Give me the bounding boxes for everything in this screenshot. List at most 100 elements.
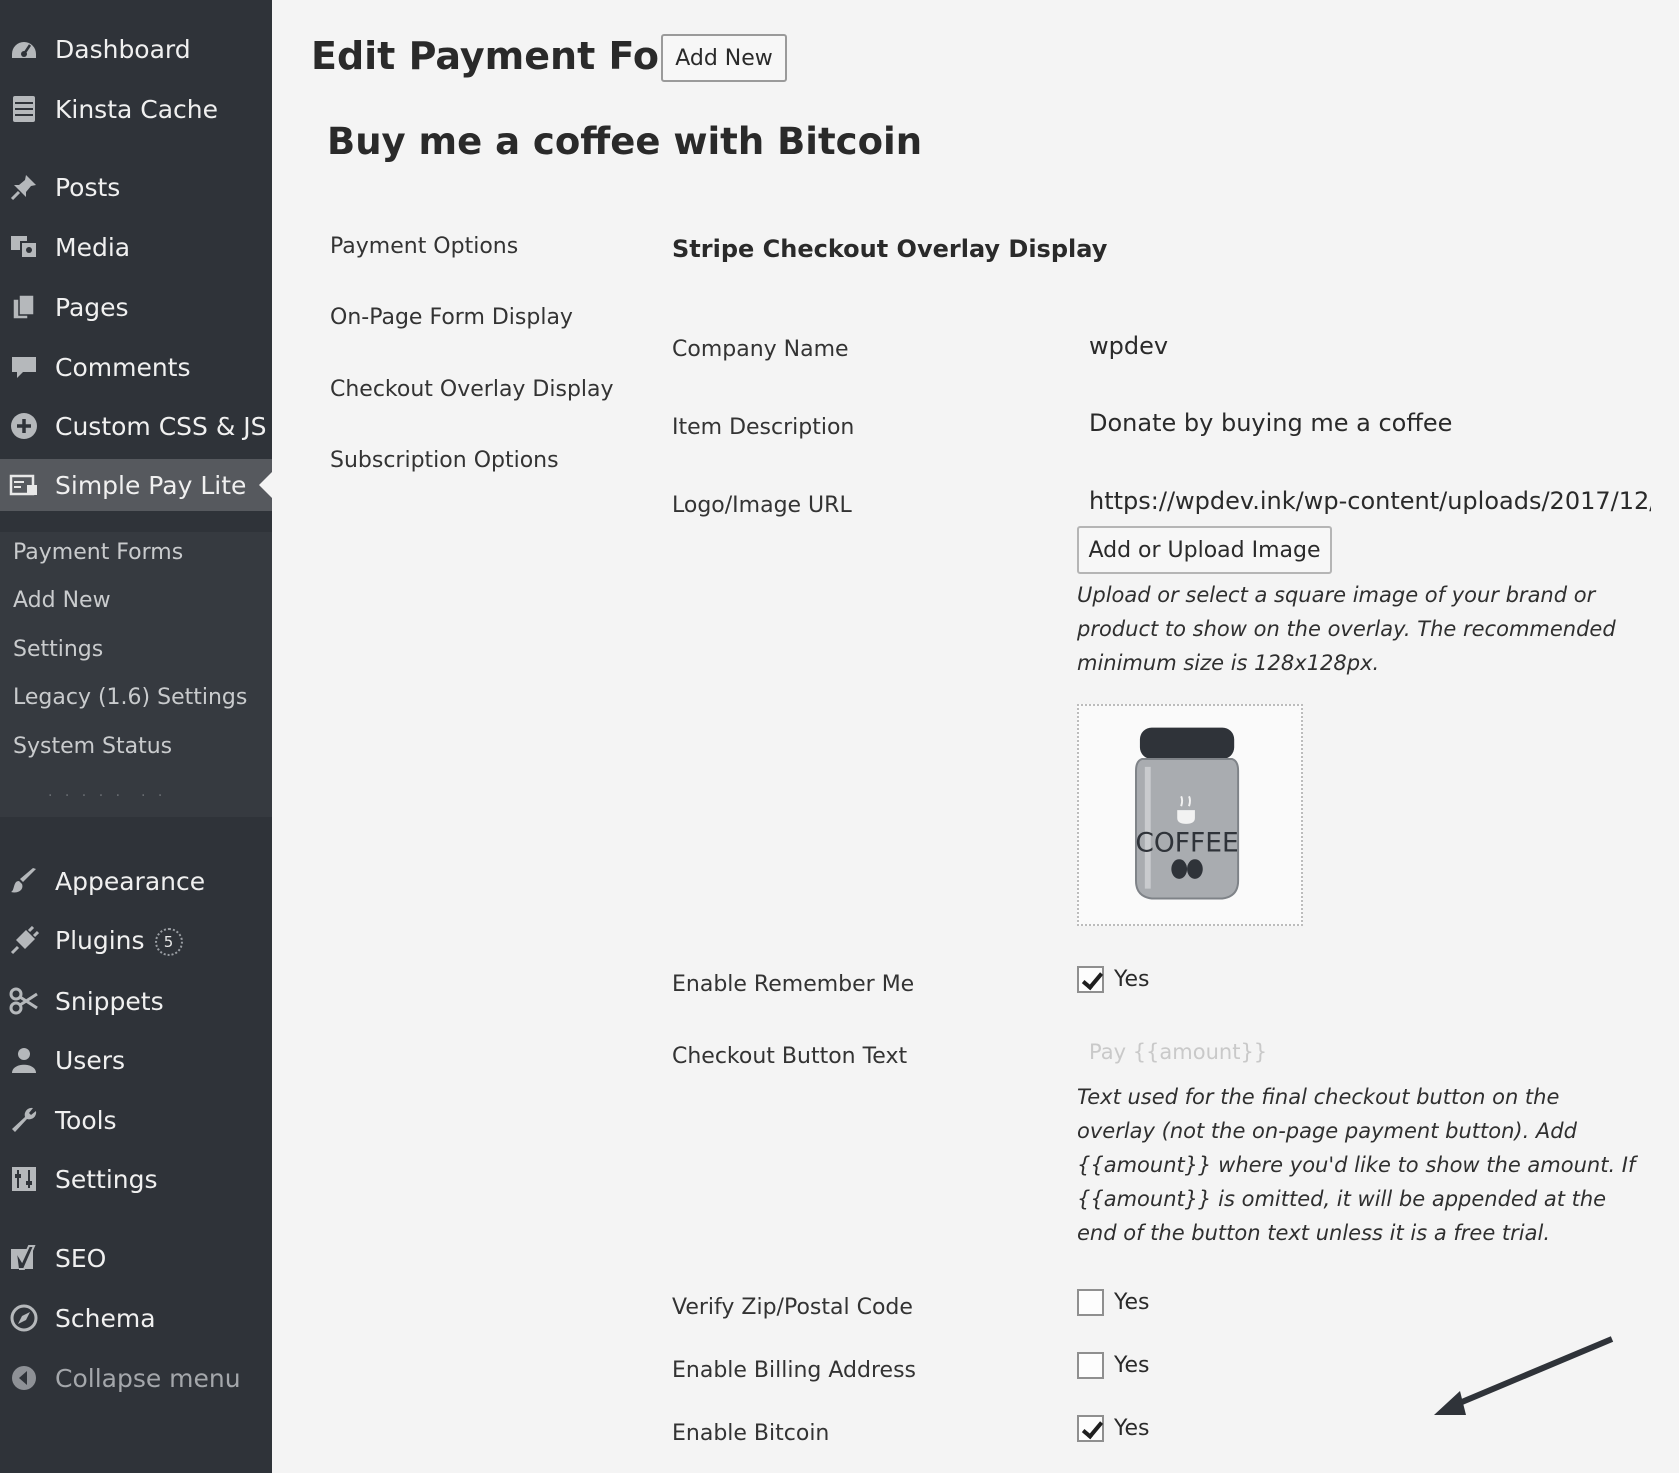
billing-address-option: Yes [1077,1352,1150,1379]
sidebar-item-label: Custom CSS & JS [55,411,267,441]
coffee-jar-image: COFFEE [1135,727,1240,900]
sidebar-item-seo[interactable]: SEO [0,1232,272,1284]
remember-me-checkbox[interactable] [1077,966,1104,993]
add-new-button[interactable]: Add New [661,34,787,82]
settings-icon [7,1162,41,1196]
sidebar-item-posts[interactable]: Posts [0,161,272,213]
sidebar-item-comments[interactable]: Comments [0,341,272,393]
item-description-field[interactable]: Donate by buying me a coffee [1089,409,1452,437]
scissors-icon [7,984,41,1018]
company-name-label: Company Name [672,337,849,362]
plug-icon [7,924,41,958]
sidebar-item-custom-css-js[interactable]: Custom CSS & JS [0,400,272,452]
page-title: Edit Payment Form [311,34,718,78]
collapse-icon [7,1361,41,1395]
submenu-item-payment-forms[interactable]: Payment Forms [13,540,183,565]
bitcoin-yes-label: Yes [1114,1416,1150,1441]
submenu-blurred-item: · · · · · · · [48,788,167,804]
sidebar-item-label: Plugins 5 [55,926,183,956]
checkout-button-text-input[interactable]: Pay {{amount}} [1089,1040,1267,1064]
payment-card-icon [7,468,41,502]
sidebar-item-dashboard[interactable]: Dashboard [0,23,272,75]
add-upload-image-button[interactable]: Add or Upload Image [1077,526,1332,574]
seo-icon [7,1241,41,1275]
remember-me-yes-label: Yes [1114,967,1150,992]
verify-zip-label: Verify Zip/Postal Code [672,1295,913,1320]
payment-form-title: Buy me a coffee with Bitcoin [327,120,923,163]
logo-url-label: Logo/Image URL [672,493,852,518]
logo-image-preview: COFFEE [1077,704,1303,926]
tab-on-page-form-display[interactable]: On-Page Form Display [330,305,573,330]
admin-sidebar: Dashboard Kinsta Cache Posts Media Pages… [0,0,272,1473]
sidebar-item-label: Kinsta Cache [55,94,219,124]
sidebar-collapse-menu[interactable]: Collapse menu [0,1352,272,1404]
section-title: Stripe Checkout Overlay Display [672,235,1108,263]
sidebar-item-settings[interactable]: Settings [0,1153,272,1205]
sidebar-item-users[interactable]: Users [0,1034,272,1086]
plugins-label: Plugins [55,926,145,955]
database-icon [7,92,41,126]
user-icon [7,1043,41,1077]
sidebar-item-media[interactable]: Media [0,221,272,273]
coffee-label-text: COFFEE [1135,827,1238,858]
sidebar-item-label: Snippets [55,986,164,1016]
comment-icon [7,350,41,384]
bitcoin-label: Enable Bitcoin [672,1421,830,1446]
submenu-item-add-new[interactable]: Add New [13,588,111,613]
sidebar-item-snippets[interactable]: Snippets [0,975,272,1027]
sidebar-item-kinsta-cache[interactable]: Kinsta Cache [0,83,272,135]
sidebar-item-label: Pages [55,292,129,322]
sidebar-item-schema[interactable]: Schema [0,1292,272,1344]
sidebar-item-label: Settings [55,1164,158,1194]
sidebar-item-appearance[interactable]: Appearance [0,855,272,907]
simple-pay-submenu: Payment Forms Add New Settings Legacy (1… [0,532,272,817]
submenu-item-settings[interactable]: Settings [13,637,103,662]
sidebar-item-label: Comments [55,352,191,382]
sidebar-item-tools[interactable]: Tools [0,1094,272,1146]
sidebar-item-plugins[interactable]: Plugins 5 [0,915,272,967]
sidebar-item-label: Dashboard [55,34,191,64]
sidebar-item-label: Simple Pay Lite [55,470,247,500]
billing-address-label: Enable Billing Address [672,1358,916,1383]
sidebar-item-label: Schema [55,1303,156,1333]
plus-circle-icon [7,409,41,443]
billing-address-checkbox[interactable] [1077,1352,1104,1379]
checkout-button-help-text: Text used for the final checkout button … [1077,1085,1636,1245]
tab-checkout-overlay-display[interactable]: Checkout Overlay Display [330,377,614,402]
media-icon [7,230,41,264]
sidebar-item-label: Tools [55,1105,117,1135]
bitcoin-option: Yes [1077,1415,1150,1442]
remember-me-label: Enable Remember Me [672,972,915,997]
verify-zip-option: Yes [1077,1289,1150,1316]
annotation-arrow-icon [1434,1336,1614,1415]
brush-icon [7,864,41,898]
item-description-label: Item Description [672,415,855,440]
main-content: Edit Payment Form Add New Buy me a coffe… [272,0,1679,1473]
sidebar-item-label: Appearance [55,866,206,896]
verify-zip-checkbox[interactable] [1077,1289,1104,1316]
sidebar-item-label: Media [55,232,131,262]
wrench-icon [7,1103,41,1137]
plugins-update-badge: 5 [154,928,183,956]
remember-me-option: Yes [1077,966,1150,993]
sidebar-item-label: Collapse menu [55,1363,241,1393]
checkout-button-text-label: Checkout Button Text [672,1044,908,1069]
billing-address-yes-label: Yes [1114,1353,1150,1378]
pin-icon [7,170,41,204]
tab-payment-options[interactable]: Payment Options [330,234,518,259]
bitcoin-checkbox[interactable] [1077,1415,1104,1442]
sidebar-item-label: Users [55,1045,126,1075]
sidebar-item-pages[interactable]: Pages [0,281,272,333]
tab-subscription-options[interactable]: Subscription Options [330,448,559,473]
sidebar-item-simple-pay-lite[interactable]: Simple Pay Lite [0,459,272,511]
company-name-field[interactable]: wpdev [1089,332,1168,360]
sidebar-item-label: SEO [55,1243,107,1273]
logo-url-field[interactable]: https://wpdev.ink/wp-content/uploads/201… [1089,487,1651,515]
submenu-item-system-status[interactable]: System Status [13,734,172,759]
verify-zip-yes-label: Yes [1114,1290,1150,1315]
pages-icon [7,290,41,324]
submenu-item-legacy-settings[interactable]: Legacy (1.6) Settings [13,685,247,710]
compass-icon [7,1301,41,1335]
logo-help-text: Upload or select a square image of your … [1077,583,1616,675]
sidebar-item-label: Posts [55,172,121,202]
